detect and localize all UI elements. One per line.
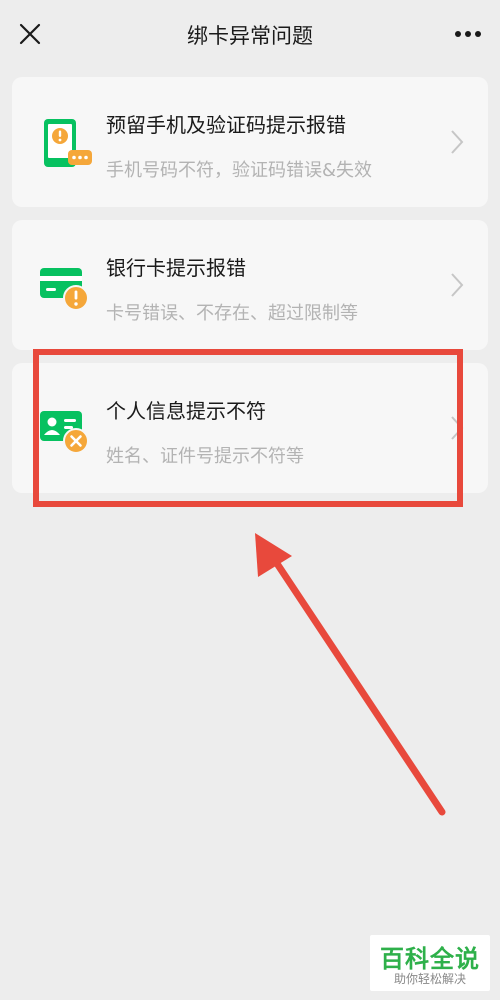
watermark-subtitle: 助你轻松解决 [393, 972, 466, 986]
watermark-title: 百科全说 [380, 945, 480, 973]
id-card-error-icon [40, 411, 89, 454]
item-title: 预留手机及验证码提示报错 [106, 113, 346, 137]
card-alert-icon [40, 268, 89, 311]
item-bank-card[interactable]: 银行卡提示报错 卡号错误、不存在、超过限制等 [12, 220, 488, 350]
more-button[interactable] [450, 16, 486, 52]
watermark-logo: 百科全说 助你轻松解决 [370, 935, 490, 991]
chevron-right-icon [451, 130, 464, 154]
item-subtitle: 手机号码不符，验证码错误&失效 [106, 160, 373, 181]
phone-alert-icon [44, 119, 92, 167]
chevron-right-icon [451, 416, 464, 440]
item-personal-info[interactable]: 个人信息提示不符 姓名、证件号提示不符等 [12, 363, 488, 493]
item-subtitle: 姓名、证件号提示不符等 [106, 446, 304, 467]
page-title: 绑卡异常问题 [187, 24, 313, 48]
item-title: 银行卡提示报错 [106, 256, 246, 280]
item-phone-verification[interactable]: 预留手机及验证码提示报错 手机号码不符，验证码错误&失效 [12, 77, 488, 207]
top-bar: 绑卡异常问题 [0, 0, 500, 68]
item-title: 个人信息提示不符 [106, 399, 266, 423]
item-subtitle: 卡号错误、不存在、超过限制等 [106, 303, 358, 324]
chevron-right-icon [451, 273, 464, 297]
more-icon [455, 31, 481, 37]
